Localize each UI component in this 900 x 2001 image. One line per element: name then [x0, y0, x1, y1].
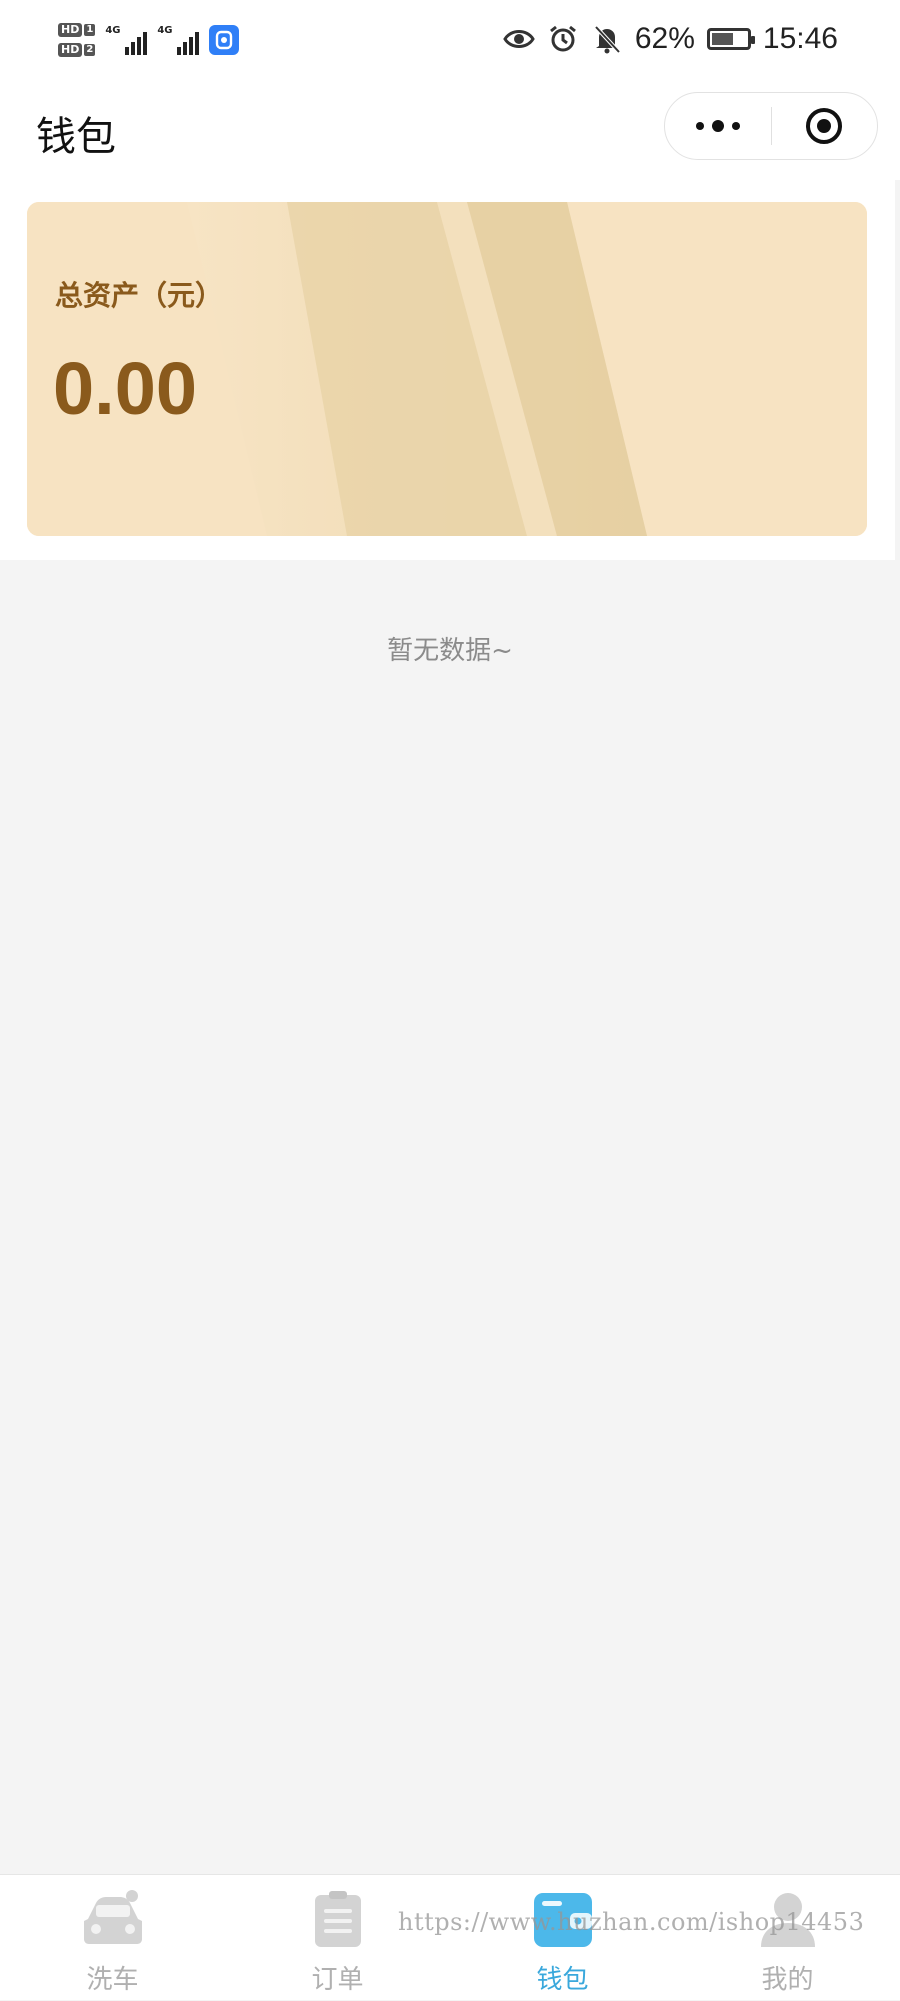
status-left: HD 1 HD 2 4G 4G [58, 12, 240, 68]
battery-percent: 62% [634, 22, 695, 55]
status-bar: HD 1 HD 2 4G 4G 62% 15:46 [0, 0, 900, 80]
battery-icon [706, 28, 755, 50]
bottom-tab-bar: 洗车 订单 钱包 我的 [0, 1874, 900, 2000]
mini-program-capsule [664, 92, 878, 160]
tab-label: 我的 [761, 1965, 814, 1995]
more-dots-icon [695, 120, 740, 132]
page-title: 钱包 [36, 114, 116, 160]
eye-icon [503, 23, 535, 55]
more-button[interactable] [665, 93, 771, 159]
tab-orders[interactable]: 订单 [225, 1875, 450, 2001]
tab-label: 钱包 [536, 1965, 589, 1995]
tab-wash-car[interactable]: 洗车 [0, 1875, 225, 2001]
signal-icon: 4G [105, 25, 148, 55]
tab-wallet[interactable]: 钱包 [450, 1875, 675, 2001]
bell-off-icon [591, 23, 623, 55]
tab-label: 订单 [311, 1965, 364, 1995]
clock-time: 15:46 [762, 22, 838, 55]
network-type-1: 4G [105, 25, 121, 36]
tab-label: 洗车 [86, 1965, 139, 1995]
watermark-text: https://www.huzhan.com/ishop14453 [398, 1908, 865, 1936]
car-icon [83, 1890, 142, 1944]
hd1-number: 1 [84, 24, 96, 36]
nav-bar: 钱包 [0, 80, 900, 180]
total-assets-label: 总资产（元） [55, 279, 224, 312]
network-type-2: 4G [157, 25, 173, 36]
status-right: 62% 15:46 [503, 16, 838, 62]
clipboard-icon [314, 1891, 361, 1947]
wallet-header-area: 总资产（元） 0.00 [0, 180, 895, 560]
signal-icon: 4G [157, 25, 200, 55]
tab-profile[interactable]: 我的 [675, 1875, 900, 2001]
hd1-indicator: HD 1 [58, 23, 96, 37]
notification-app-icon [209, 25, 240, 55]
close-miniprogram-button[interactable] [772, 93, 878, 159]
hd-indicators: HD 1 HD 2 [58, 23, 96, 57]
hd2-label: HD [58, 43, 83, 57]
total-assets-amount: 0.00 [53, 347, 198, 430]
hd1-label: HD [58, 23, 83, 37]
hd2-indicator: HD 2 [58, 43, 96, 57]
empty-state-text: 暂无数据~ [387, 636, 513, 666]
alarm-icon [547, 23, 579, 55]
hd2-number: 2 [84, 44, 96, 56]
target-icon [806, 108, 843, 144]
total-assets-card: 总资产（元） 0.00 [27, 202, 867, 536]
battery-fill [711, 33, 733, 45]
